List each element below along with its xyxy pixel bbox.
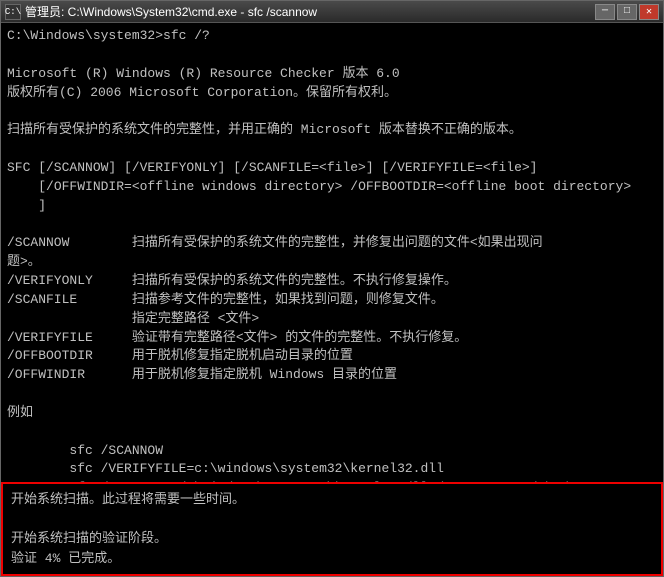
console-line (7, 385, 657, 404)
console-line: /OFFBOOTDIR 用于脱机修复指定脱机启动目录的位置 (7, 347, 657, 366)
console-line (7, 46, 657, 65)
highlight-line (11, 510, 653, 530)
window-icon: C:\ (5, 4, 21, 20)
cmd-window: C:\ 管理员: C:\Windows\System32\cmd.exe - s… (0, 0, 664, 577)
title-bar-buttons: ─ □ ✕ (595, 4, 659, 20)
maximize-button[interactable]: □ (617, 4, 637, 20)
console-line: [/OFFWINDIR=<offline windows directory> … (7, 178, 657, 197)
console-line: ] (7, 197, 657, 216)
console-line (7, 423, 657, 442)
highlight-output: 开始系统扫描。此过程将需要一些时间。 开始系统扫描的验证阶段。验证 4% 已完成… (11, 490, 653, 568)
title-bar-text: 管理员: C:\Windows\System32\cmd.exe - sfc /… (25, 3, 595, 20)
console-line: C:\Windows\system32>sfc /? (7, 27, 657, 46)
console-line: 例如 (7, 404, 657, 423)
console-line: /OFFWINDIR 用于脱机修复指定脱机 Windows 目录的位置 (7, 366, 657, 385)
console-line: sfc /SCANNOW (7, 442, 657, 461)
highlight-line: 开始系统扫描的验证阶段。 (11, 529, 653, 549)
highlight-box: 开始系统扫描。此过程将需要一些时间。 开始系统扫描的验证阶段。验证 4% 已完成… (1, 482, 663, 576)
console-line: 指定完整路径 <文件> (7, 310, 657, 329)
close-button[interactable]: ✕ (639, 4, 659, 20)
console-line: Microsoft (R) Windows (R) Resource Check… (7, 65, 657, 84)
console-line (7, 215, 657, 234)
console-line: 版权所有(C) 2006 Microsoft Corporation。保留所有权… (7, 84, 657, 103)
title-bar: C:\ 管理员: C:\Windows\System32\cmd.exe - s… (1, 1, 663, 23)
console-line: sfc /VERIFYFILE=c:\windows\system32\kern… (7, 460, 657, 479)
highlight-line: 验证 4% 已完成。 (11, 549, 653, 569)
console-line: /SCANNOW 扫描所有受保护的系统文件的完整性，并修复出问题的文件<如果出现… (7, 234, 657, 253)
console-line (7, 140, 657, 159)
console-line: /VERIFYONLY 扫描所有受保护的系统文件的完整性。不执行修复操作。 (7, 272, 657, 291)
console-line: /VERIFYFILE 验证带有完整路径<文件> 的文件的完整性。不执行修复。 (7, 329, 657, 348)
minimize-button[interactable]: ─ (595, 4, 615, 20)
console-line: SFC [/SCANNOW] [/VERIFYONLY] [/SCANFILE=… (7, 159, 657, 178)
console-line: /SCANFILE 扫描参考文件的完整性，如果找到问题，则修复文件。 (7, 291, 657, 310)
console-body: C:\Windows\system32>sfc /? Microsoft (R)… (1, 23, 663, 576)
console-line: 扫描所有受保护的系统文件的完整性，并用正确的 Microsoft 版本替换不正确… (7, 121, 657, 140)
console-line (7, 102, 657, 121)
highlight-line: 开始系统扫描。此过程将需要一些时间。 (11, 490, 653, 510)
console-line: 题>。 (7, 253, 657, 272)
